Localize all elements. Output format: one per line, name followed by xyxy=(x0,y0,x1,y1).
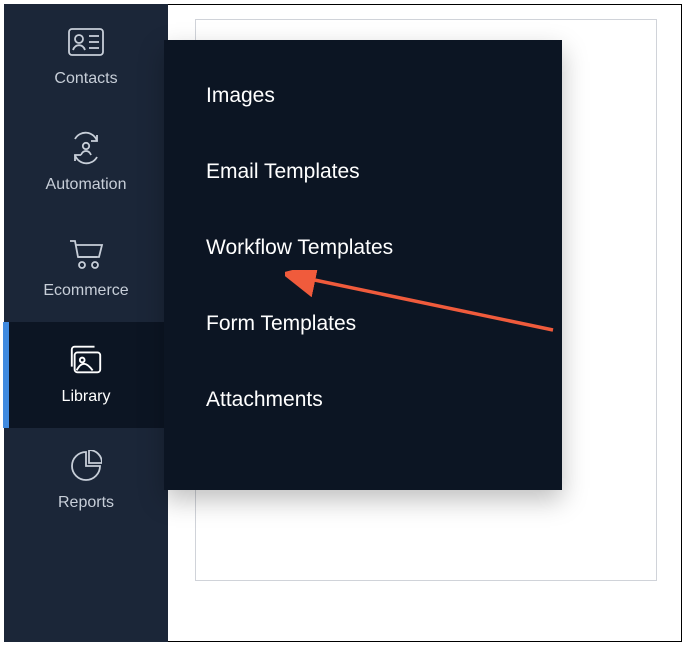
contacts-icon xyxy=(68,24,104,60)
flyout-item-images[interactable]: Images xyxy=(164,58,562,134)
sidebar-item-label: Ecommerce xyxy=(43,282,128,300)
automation-icon xyxy=(68,130,104,166)
sidebar-item-label: Reports xyxy=(58,494,114,512)
flyout-item-workflow-templates[interactable]: Workflow Templates xyxy=(164,210,562,286)
library-flyout: Images Email Templates Workflow Template… xyxy=(164,40,562,490)
reports-icon xyxy=(68,448,104,484)
sidebar-item-contacts[interactable]: Contacts xyxy=(4,4,168,110)
sidebar-item-label: Contacts xyxy=(54,70,117,88)
sidebar-item-label: Library xyxy=(62,388,111,406)
sidebar: Contacts Automation Ecommerce xyxy=(4,4,168,642)
flyout-item-attachments[interactable]: Attachments xyxy=(164,362,562,438)
flyout-item-label: Images xyxy=(206,84,275,107)
flyout-item-label: Form Templates xyxy=(206,312,356,335)
flyout-item-form-templates[interactable]: Form Templates xyxy=(164,286,562,362)
ecommerce-icon xyxy=(68,236,104,272)
sidebar-item-automation[interactable]: Automation xyxy=(4,110,168,216)
sidebar-item-ecommerce[interactable]: Ecommerce xyxy=(4,216,168,322)
flyout-item-email-templates[interactable]: Email Templates xyxy=(164,134,562,210)
library-icon xyxy=(68,342,104,378)
sidebar-item-label: Automation xyxy=(46,176,127,194)
flyout-item-label: Attachments xyxy=(206,388,323,411)
flyout-item-label: Email Templates xyxy=(206,160,360,183)
flyout-item-label: Workflow Templates xyxy=(206,236,393,259)
sidebar-item-library[interactable]: Library xyxy=(4,322,168,428)
sidebar-item-reports[interactable]: Reports xyxy=(4,428,168,534)
